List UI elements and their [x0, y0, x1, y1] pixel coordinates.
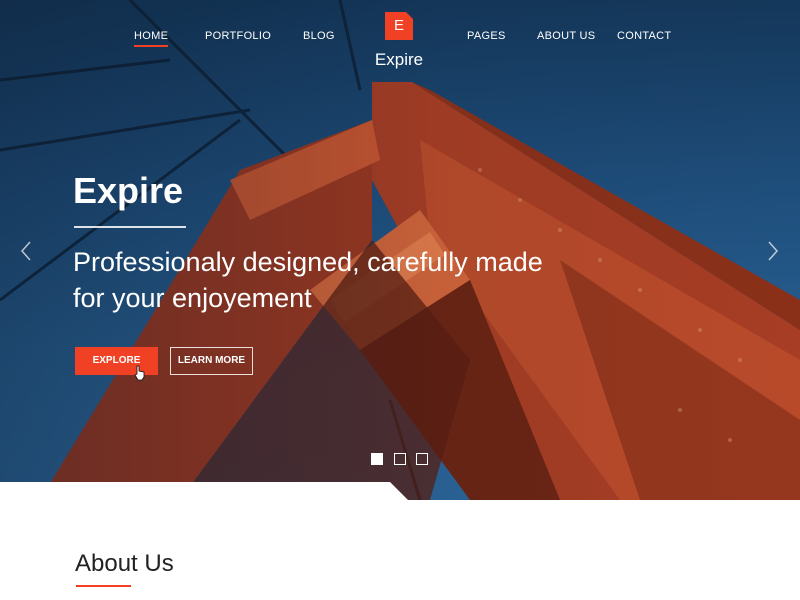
logo-fold-corner	[406, 12, 413, 19]
chevron-right-icon[interactable]	[767, 241, 779, 261]
hero-subtitle-line-1: Professionaly designed, carefully made	[73, 247, 543, 277]
logo-mark[interactable]: E	[385, 12, 413, 40]
about-heading-underline	[76, 585, 131, 587]
slide-dot-3[interactable]	[416, 453, 428, 465]
slide-dot-2[interactable]	[394, 453, 406, 465]
hero-subtitle: Professionaly designed, carefully made f…	[73, 244, 633, 316]
nav-about-us[interactable]: ABOUT US	[537, 30, 595, 42]
chevron-left-icon[interactable]	[20, 241, 32, 261]
learn-more-button[interactable]: LEARN MORE	[170, 347, 253, 375]
nav-portfolio[interactable]: PORTFOLIO	[205, 30, 271, 42]
nav-contact[interactable]: CONTACT	[617, 30, 671, 42]
brand-name[interactable]: Expire	[363, 50, 435, 70]
logo-letter: E	[393, 17, 404, 34]
hero-slider: HOME PORTFOLIO BLOG E Expire PAGES ABOUT…	[0, 0, 800, 500]
nav-home[interactable]: HOME	[134, 30, 169, 47]
hero-title: Expire	[73, 170, 184, 211]
nav-blog[interactable]: BLOG	[303, 30, 335, 42]
hero-title-divider	[74, 226, 186, 228]
nav-pages[interactable]: PAGES	[467, 30, 506, 42]
section-divider-notch	[0, 482, 800, 502]
slide-dot-1[interactable]	[371, 453, 383, 465]
about-heading: About Us	[75, 550, 174, 577]
hero-subtitle-line-2: for your enjoyement	[73, 283, 312, 313]
pointer-cursor-icon	[134, 365, 145, 381]
